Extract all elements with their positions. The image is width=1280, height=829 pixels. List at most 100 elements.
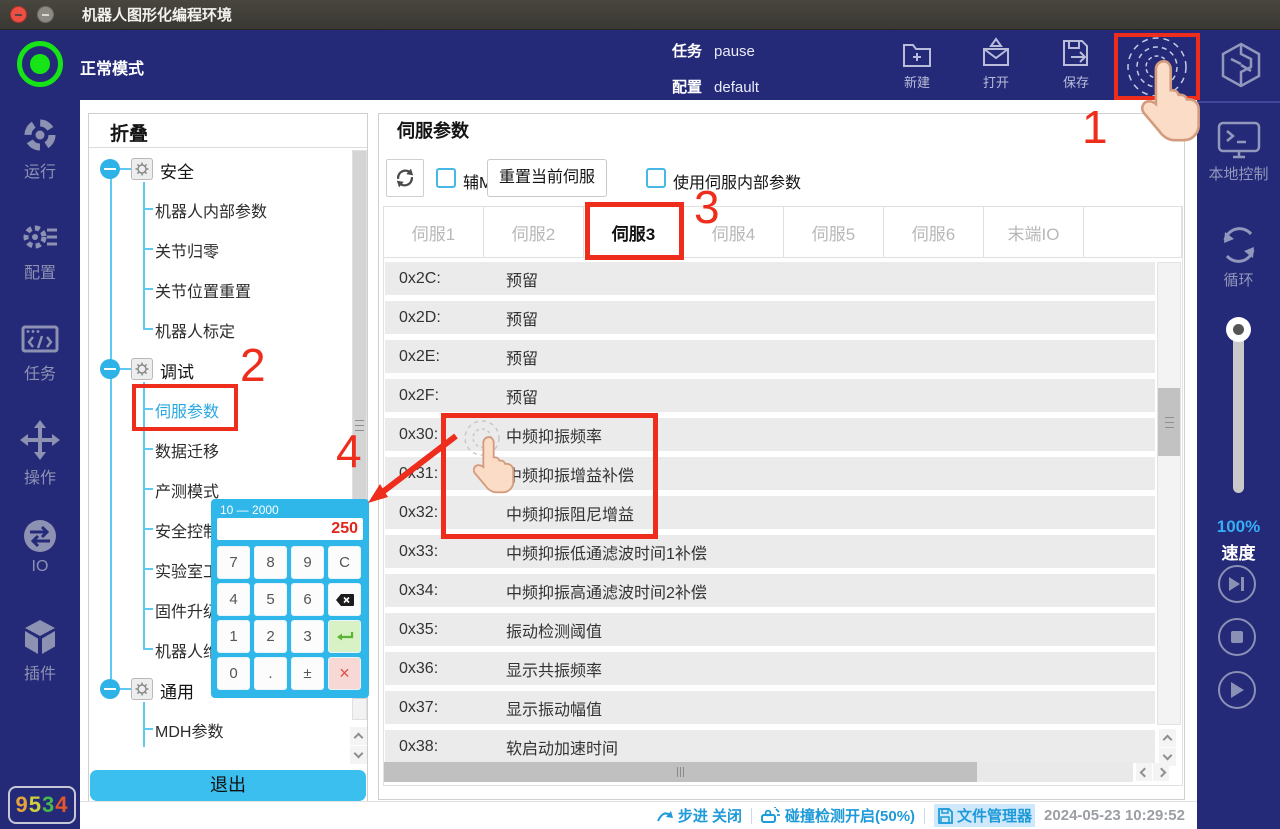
table-row[interactable]: 0x37:显示振动幅值 bbox=[385, 691, 1155, 724]
tree-item-robot-calibration[interactable]: 机器人标定 bbox=[155, 318, 235, 342]
table-scroll-right-button[interactable] bbox=[1153, 763, 1169, 781]
save-button[interactable]: 保存 bbox=[1041, 36, 1111, 91]
tab-servo6[interactable]: 伺服6 bbox=[884, 207, 984, 257]
key-1[interactable]: 1 bbox=[217, 620, 250, 653]
tab-servo3[interactable]: 伺服3 bbox=[584, 207, 684, 257]
table-vscrollbar-thumb[interactable] bbox=[1158, 388, 1180, 456]
tree-scroll-up-button[interactable] bbox=[350, 727, 367, 745]
key-plusminus[interactable]: ± bbox=[291, 657, 324, 690]
collision-detection-toggle[interactable]: 碰撞检测开启(50%) bbox=[761, 805, 915, 826]
table-hscrollbar-thumb[interactable] bbox=[384, 762, 977, 782]
robot-model-button[interactable] bbox=[1219, 42, 1263, 93]
key-6[interactable]: 6 bbox=[291, 583, 324, 616]
key-2[interactable]: 2 bbox=[254, 620, 287, 653]
sidebar-item-operate[interactable]: 操作 bbox=[0, 420, 80, 488]
table-row[interactable]: 0x2C:预留 bbox=[385, 262, 1155, 295]
stop-button[interactable] bbox=[1218, 618, 1256, 656]
table-row[interactable]: 0x36:显示共振频率 bbox=[385, 652, 1155, 685]
tree-group-general[interactable]: 通用 bbox=[160, 678, 194, 703]
aux-mcu-checkbox[interactable] bbox=[436, 168, 456, 188]
run-icon bbox=[20, 118, 60, 154]
tree-toggle-debug[interactable] bbox=[100, 359, 120, 379]
key-4[interactable]: 4 bbox=[217, 583, 250, 616]
tab-servo4[interactable]: 伺服4 bbox=[684, 207, 784, 257]
tabstrip-filler bbox=[1084, 207, 1182, 257]
step-to-end-button[interactable] bbox=[1218, 565, 1256, 603]
tab-servo1[interactable]: 伺服1 bbox=[384, 207, 484, 257]
row-address: 0x2E: bbox=[399, 348, 440, 366]
exit-button[interactable]: 退出 bbox=[90, 770, 366, 801]
sidebar-item-io[interactable]: IO bbox=[0, 518, 80, 576]
tree-item-firmware-upgrade[interactable]: 固件升级 bbox=[155, 598, 219, 622]
close-window-button[interactable] bbox=[10, 6, 27, 23]
table-row[interactable]: 0x30:中频抑振频率 bbox=[385, 418, 1155, 451]
key-7[interactable]: 7 bbox=[217, 546, 250, 579]
tree-item-safety-control[interactable]: 安全控制 bbox=[155, 518, 219, 542]
tree-item-data-migration[interactable]: 数据迁移 bbox=[155, 438, 219, 462]
key-5[interactable]: 5 bbox=[254, 583, 287, 616]
loop-button[interactable]: 循环 bbox=[1197, 224, 1280, 290]
tab-servo2[interactable]: 伺服2 bbox=[484, 207, 584, 257]
table-row[interactable]: 0x38:软启动加速时间 bbox=[385, 730, 1155, 763]
servo-tabstrip: 伺服1 伺服2 伺服3 伺服4 伺服5 伺服6 末端IO bbox=[383, 206, 1183, 258]
tree-item-servo-params[interactable]: 伺服参数 bbox=[155, 398, 219, 422]
tree-toggle-general[interactable] bbox=[100, 679, 120, 699]
tree-item-joint-position-reset[interactable]: 关节位置重置 bbox=[155, 278, 251, 302]
new-file-icon bbox=[900, 36, 934, 70]
cube-icon bbox=[20, 618, 60, 656]
key-clear[interactable]: C bbox=[328, 546, 361, 579]
tab-servo5[interactable]: 伺服5 bbox=[784, 207, 884, 257]
table-row[interactable]: 0x35:振动检测阈值 bbox=[385, 613, 1155, 646]
tree-item-production-test[interactable]: 产测模式 bbox=[155, 478, 219, 502]
key-9[interactable]: 9 bbox=[291, 546, 324, 579]
table-row[interactable]: 0x33:中频抑振低通滤波时间1补偿 bbox=[385, 535, 1155, 568]
minimize-window-button[interactable] bbox=[37, 6, 54, 23]
table-row[interactable]: 0x2F:预留 bbox=[385, 379, 1155, 412]
collapse-all-button[interactable]: 折叠 bbox=[110, 119, 148, 146]
new-button[interactable]: 新建 bbox=[882, 36, 952, 91]
sidebar-item-config[interactable]: 配置 bbox=[0, 219, 80, 283]
key-enter[interactable] bbox=[328, 620, 361, 653]
reset-current-servo-button[interactable]: 重置当前伺服 bbox=[487, 159, 607, 197]
key-backspace[interactable] bbox=[328, 583, 361, 616]
table-row[interactable]: 0x31:中频抑振增益补偿 bbox=[385, 457, 1155, 490]
tree-scroll-down-button[interactable] bbox=[350, 746, 367, 764]
sidebar-item-plugin[interactable]: 插件 bbox=[0, 618, 80, 684]
tree-item-mdh-params[interactable]: MDH参数 bbox=[155, 718, 223, 742]
tree-toggle-safety[interactable] bbox=[100, 159, 120, 179]
speed-slider-track[interactable] bbox=[1233, 318, 1244, 493]
open-button[interactable]: 打开 bbox=[961, 36, 1031, 91]
table-vscrollbar-track[interactable] bbox=[1157, 262, 1181, 725]
tree-group-safety[interactable]: 安全 bbox=[160, 158, 194, 183]
tab-end-io[interactable]: 末端IO bbox=[984, 207, 1084, 257]
tree-item-joint-zero[interactable]: 关节归零 bbox=[155, 238, 219, 262]
key-3[interactable]: 3 bbox=[291, 620, 324, 653]
local-control-button[interactable]: 本地控制 bbox=[1197, 120, 1280, 184]
key-0[interactable]: 0 bbox=[217, 657, 250, 690]
refresh-button[interactable] bbox=[386, 159, 424, 197]
step-mode-toggle[interactable]: 步进 关闭 bbox=[656, 805, 742, 826]
key-decimal[interactable]: . bbox=[254, 657, 287, 690]
table-row[interactable]: 0x2E:预留 bbox=[385, 340, 1155, 373]
tree-group-debug[interactable]: 调试 bbox=[160, 358, 194, 383]
table-row[interactable]: 0x34:中频抑振高通滤波时间2补偿 bbox=[385, 574, 1155, 607]
step-mode-label: 步进 关闭 bbox=[678, 805, 742, 826]
keypad-value-input[interactable]: 250 bbox=[217, 518, 363, 540]
table-row[interactable]: 0x32:中频抑振阻尼增益 bbox=[385, 496, 1155, 529]
sidebar-item-run[interactable]: 运行 bbox=[0, 118, 80, 182]
file-manager-button[interactable]: 文件管理器 bbox=[934, 804, 1035, 827]
play-button[interactable] bbox=[1218, 671, 1256, 709]
row-address: 0x32: bbox=[399, 504, 438, 522]
drag-teach-button[interactable] bbox=[1117, 34, 1197, 100]
table-row[interactable]: 0x2D:预留 bbox=[385, 301, 1155, 334]
sidebar-item-task[interactable]: 任务 bbox=[0, 320, 80, 384]
row-desc: 显示振动幅值 bbox=[506, 696, 602, 720]
table-scroll-left-button[interactable] bbox=[1136, 763, 1152, 781]
use-internal-params-checkbox[interactable] bbox=[646, 168, 666, 188]
speed-slider-knob[interactable] bbox=[1226, 317, 1251, 342]
table-scroll-up-button[interactable] bbox=[1159, 729, 1176, 747]
tree-item-robot-internal-params[interactable]: 机器人内部参数 bbox=[155, 198, 267, 222]
key-close[interactable]: × bbox=[328, 657, 361, 690]
key-8[interactable]: 8 bbox=[254, 546, 287, 579]
config-row: 配置default bbox=[672, 76, 759, 97]
